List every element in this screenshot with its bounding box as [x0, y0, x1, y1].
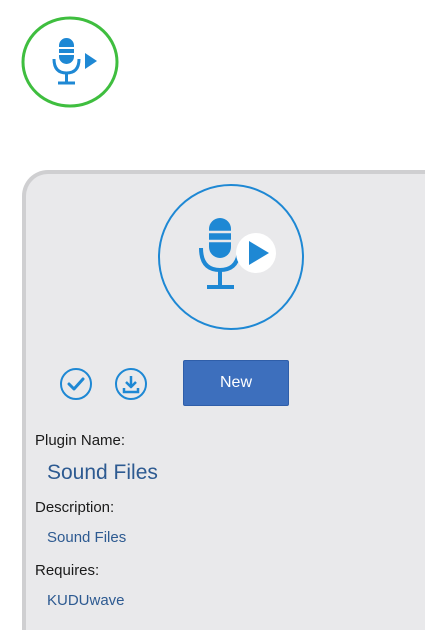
plugin-large-icon [156, 182, 306, 332]
check-circle-icon[interactable] [59, 367, 93, 401]
plugin-name-label: Plugin Name: [35, 432, 126, 449]
requires-value: KUDUwave [47, 592, 125, 609]
description-value: Sound Files [47, 529, 127, 546]
requires-label: Requires: [35, 562, 100, 579]
plugin-card: New Plugin Name: Sound Files Description… [22, 170, 425, 630]
download-circle-icon[interactable] [114, 367, 148, 401]
microphone-play-icon [158, 184, 304, 330]
plugin-name-value: Sound Files [47, 461, 158, 484]
new-button[interactable]: New [183, 360, 289, 406]
installed-plugin-icon[interactable] [20, 15, 120, 109]
description-label: Description: [35, 499, 115, 516]
microphone-play-icon [21, 16, 119, 108]
